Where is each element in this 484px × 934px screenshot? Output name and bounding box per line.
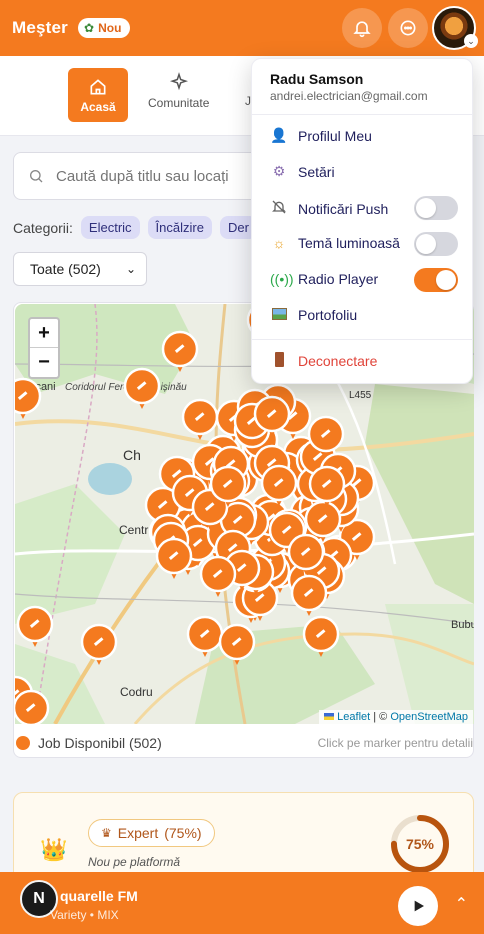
progress-ring: 75% [391, 815, 449, 873]
user-menu: Radu Samson andrei.electrician@gmail.com… [251, 58, 473, 384]
map-label-codru: Codru [120, 685, 153, 699]
search-icon [30, 170, 43, 183]
menu-item-radio-label: Radio Player [298, 271, 379, 287]
progress-ring-label: 75% [406, 836, 435, 852]
door-icon [270, 352, 288, 370]
map-footer: Job Disponibil (502) Click pe marker pen… [14, 735, 475, 751]
menu-item-portfolio[interactable]: Portofoliu [270, 307, 357, 323]
attribution-separator: | © [373, 711, 388, 723]
crown-small-icon: ♛ [101, 826, 112, 840]
new-badge-label: Nou [98, 21, 122, 35]
notifications-button[interactable] [342, 8, 382, 48]
menu-item-theme-label: Temă luminoasă [298, 235, 400, 251]
map-label-bubu: Bubu [451, 619, 474, 631]
divider [252, 339, 472, 340]
menu-item-settings-label: Setări [298, 163, 335, 180]
menu-item-push-label: Notificări Push [298, 200, 389, 217]
user-email: andrei.electrician@gmail.com [270, 89, 428, 103]
gear-icon: ⚙ [272, 163, 286, 179]
menu-item-radio[interactable]: ((•)) Radio Player [270, 271, 378, 287]
play-icon [414, 900, 424, 912]
leaflet-link[interactable]: Leaflet [337, 711, 370, 723]
image-icon [270, 307, 288, 323]
level-percent: (75%) [164, 825, 202, 841]
status-select-value: Toate (502) [30, 261, 101, 277]
status-select[interactable]: Toate (502) ⌄ [13, 252, 147, 286]
level-label: Expert [117, 825, 159, 841]
bell-off-icon [270, 199, 288, 218]
divider [252, 114, 472, 115]
tab-community[interactable]: Comunitate [148, 72, 209, 110]
category-chip-electric[interactable]: Electric [80, 216, 140, 239]
brand-logo[interactable]: Meşter [12, 18, 68, 38]
radio-icon: ((•)) [270, 271, 294, 287]
sun-icon: ☼ [272, 235, 286, 251]
person-icon: 👤 [270, 127, 288, 143]
user-name: Radu Samson [270, 71, 364, 87]
job-marker[interactable] [15, 689, 50, 724]
categories-label: Categorii: [13, 219, 73, 236]
push-toggle[interactable] [414, 196, 458, 220]
menu-item-settings[interactable]: ⚙ Setări [270, 163, 335, 180]
map-hint: Click pe marker pentru detalii [317, 736, 473, 750]
radio-toggle[interactable] [414, 268, 458, 292]
station-subtitle: Variety • MIX [50, 908, 119, 922]
chevron-down-icon[interactable]: ⌄ [464, 34, 478, 48]
category-chip-heating[interactable]: Încălzire [147, 216, 212, 239]
map-label-centr: Centr [119, 523, 148, 537]
map-attribution: Leaflet | © OpenStreetMap [319, 710, 473, 724]
level-subtitle: Nou pe platformă [88, 855, 181, 869]
tab-home-label: Acasă [80, 99, 116, 114]
sparkles-icon [169, 72, 188, 91]
new-badge: ✿ Nou [78, 18, 131, 38]
home-icon [90, 78, 106, 94]
level-badge: ♛ Expert (75%) [88, 819, 215, 847]
menu-item-profile[interactable]: 👤 Profilul Meu [270, 127, 372, 144]
legend-label: Job Disponibil (502) [38, 735, 162, 751]
chevron-down-icon: ⌄ [125, 262, 136, 276]
crown-icon: 👑 [40, 837, 68, 862]
chat-icon [400, 20, 416, 36]
menu-item-push[interactable]: Notificări Push [270, 199, 388, 218]
map-label-l455: L455 [349, 390, 372, 401]
sprout-icon: ✿ [84, 21, 95, 35]
tab-community-label: Comunitate [148, 96, 210, 110]
messages-button[interactable] [388, 8, 428, 48]
chevron-up-icon[interactable]: ⌃ [455, 894, 468, 914]
zoom-in-button[interactable]: + [30, 319, 58, 348]
logout-label: Deconectare [298, 353, 378, 369]
map-legend: Job Disponibil (502) [16, 735, 162, 751]
category-filter: Categorii: Electric Încălzire Der [13, 216, 257, 239]
map-label-ch: Ch [123, 447, 141, 463]
app-header: Meşter ✿ Nou ⌄ [0, 0, 484, 56]
logout-button[interactable]: Deconectare [270, 352, 377, 370]
zoom-out-button[interactable]: − [30, 348, 58, 377]
ukraine-flag-icon [324, 713, 335, 720]
bell-icon [353, 21, 371, 38]
tab-home[interactable]: Acasă [68, 68, 128, 122]
theme-toggle[interactable] [414, 232, 458, 256]
menu-item-theme[interactable]: ☼ Temă luminoasă [270, 235, 400, 251]
menu-item-portfolio-label: Portofoliu [298, 307, 358, 323]
legend-dot-icon [16, 736, 30, 750]
zoom-control: + − [28, 317, 60, 379]
osm-link[interactable]: OpenStreetMap [390, 711, 468, 723]
radio-player: N quarelle FM Variety • MIX ⌃ [0, 872, 484, 934]
menu-item-profile-label: Profilul Meu [298, 127, 372, 144]
play-button[interactable] [398, 886, 438, 926]
station-name: quarelle FM [60, 888, 138, 904]
